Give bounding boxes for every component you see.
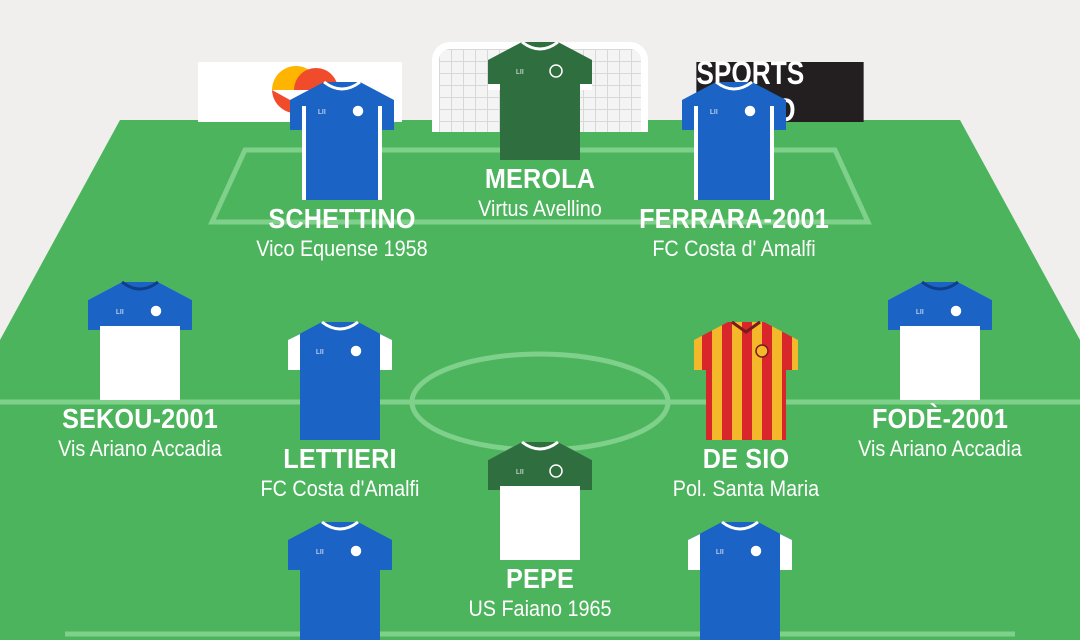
svg-text:LII: LII xyxy=(516,469,524,476)
lineup-pitch: SPORTS STUDIO LII MEROLA Virtus Avellino… xyxy=(0,0,1080,640)
player-club: FC Costa d'Amalfi xyxy=(260,476,420,501)
player-ferrara-2001[interactable]: LII FERRARA-2001 FC Costa d' Amalfi xyxy=(614,78,854,264)
svg-text:LII: LII xyxy=(516,69,524,76)
jersey-icon: LII xyxy=(488,40,592,160)
jersey-icon: LII xyxy=(688,520,792,640)
player-fode-2001[interactable]: LII FODÈ-2001 Vis Ariano Accadia xyxy=(820,278,1060,464)
jersey-icon xyxy=(694,320,798,440)
player-name: LETTIERI xyxy=(283,443,397,474)
player-name: FERRARA-2001 xyxy=(639,203,829,234)
svg-text:LII: LII xyxy=(716,549,724,556)
player-name: FODÈ-2001 xyxy=(871,403,1009,434)
svg-text:LII: LII xyxy=(318,109,326,116)
player-club: Vis Ariano Accadia xyxy=(58,436,222,461)
player-defender-left[interactable]: LII xyxy=(220,518,460,640)
jersey-icon: LII xyxy=(488,440,592,560)
jersey-icon: LII xyxy=(682,80,786,200)
player-club: FC Costa d' Amalfi xyxy=(652,236,816,261)
jersey-icon: LII xyxy=(888,280,992,400)
svg-text:LII: LII xyxy=(116,309,124,316)
jersey-icon: LII xyxy=(288,320,392,440)
player-defender-right[interactable]: LII xyxy=(620,518,860,640)
player-name: SEKOU-2001 xyxy=(62,403,218,434)
svg-text:LII: LII xyxy=(316,349,324,356)
player-club: US Faiano 1965 xyxy=(468,596,612,621)
svg-text:LII: LII xyxy=(916,309,924,316)
jersey-icon: LII xyxy=(290,80,394,200)
player-club: Pol. Santa Maria xyxy=(672,476,820,501)
svg-text:LII: LII xyxy=(710,109,718,116)
jersey-icon: LII xyxy=(288,520,392,640)
svg-text:LII: LII xyxy=(316,549,324,556)
player-schettino[interactable]: LII SCHETTINO Vico Equense 1958 xyxy=(222,78,462,264)
player-name: SCHETTINO xyxy=(268,203,416,234)
jersey-icon: LII xyxy=(88,280,192,400)
player-club: Vis Ariano Accadia xyxy=(858,436,1022,461)
player-club: Vico Equense 1958 xyxy=(256,236,428,261)
player-name: PEPE xyxy=(506,563,574,594)
